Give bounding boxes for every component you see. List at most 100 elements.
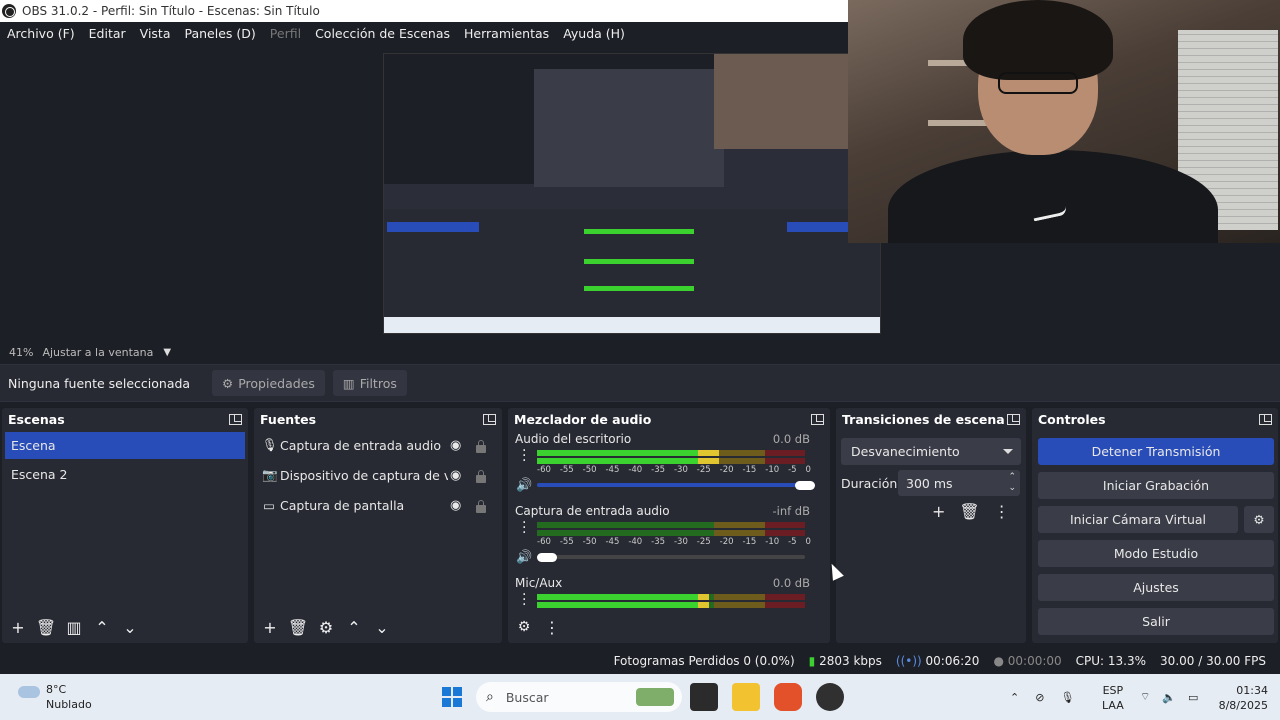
meter-tick-label: -50 bbox=[582, 537, 597, 547]
source-toolbar: Ninguna fuente seleccionada ⚙ Propiedade… bbox=[0, 364, 1280, 402]
advanced-audio-gear-icon[interactable]: ⚙ bbox=[512, 615, 536, 639]
zoom-fit-select[interactable]: Ajustar a la ventana bbox=[42, 346, 153, 359]
studio-mode-button[interactable]: Modo Estudio bbox=[1038, 540, 1274, 567]
preview-zoom-bar: 41% Ajustar a la ventana ▼ bbox=[0, 343, 1280, 361]
filter-icon[interactable]: ▥ bbox=[62, 615, 86, 639]
windows-taskbar: 8°C Nublado ⌕ Buscar ⌃ ⊘ 🎙 ESP LAA ⌔ 🔈 ▭… bbox=[0, 674, 1280, 720]
volume-slider[interactable] bbox=[537, 555, 805, 559]
source-item[interactable]: 📷 Dispositivo de captura de video ◉ bbox=[254, 460, 502, 490]
scene-item[interactable]: Escena bbox=[5, 432, 245, 459]
eye-icon[interactable]: ◉ bbox=[450, 468, 461, 483]
add-icon[interactable]: + bbox=[258, 615, 282, 639]
weather-widget[interactable]: 8°C Nublado bbox=[18, 682, 92, 712]
volume-slider[interactable] bbox=[537, 483, 805, 487]
virtual-cam-settings-icon[interactable]: ⚙ bbox=[1244, 506, 1274, 533]
undock-icon[interactable] bbox=[229, 413, 242, 425]
add-icon[interactable]: + bbox=[932, 502, 945, 521]
arrow-up-icon[interactable]: ⌃ bbox=[90, 615, 114, 639]
start-recording-button[interactable]: Iniciar Grabación bbox=[1038, 472, 1274, 499]
arrow-down-icon[interactable]: ⌄ bbox=[118, 615, 142, 639]
obs-logo-icon bbox=[2, 4, 16, 18]
taskbar-clock[interactable]: 01:34 8/8/2025 bbox=[1219, 683, 1268, 713]
properties-button[interactable]: ⚙ Propiedades bbox=[212, 370, 325, 396]
network-off-icon[interactable]: ⊘ bbox=[1035, 691, 1044, 704]
stream-status: ((•)) 00:06:20 bbox=[896, 654, 980, 668]
menu-paneles[interactable]: Paneles (D) bbox=[178, 26, 263, 41]
chevron-down-icon[interactable]: ▼ bbox=[163, 347, 171, 358]
settings-button[interactable]: Ajustes bbox=[1038, 574, 1274, 601]
trash-icon[interactable]: 🗑 bbox=[34, 615, 58, 639]
trash-icon[interactable]: 🗑 bbox=[286, 615, 310, 639]
scenes-footer: + 🗑 ▥ ⌃ ⌄ bbox=[2, 615, 142, 639]
arrow-up-icon[interactable]: ⌃ bbox=[342, 615, 366, 639]
volume-handle[interactable] bbox=[795, 481, 815, 490]
spinner-icon[interactable]: ⌃ ⌄ bbox=[1008, 472, 1016, 494]
brave-browser-icon[interactable] bbox=[774, 683, 802, 711]
source-item[interactable]: ▭ Captura de pantalla ◉ bbox=[254, 490, 502, 520]
chevron-up-icon[interactable]: ⌃ bbox=[1010, 691, 1019, 704]
scenes-header: Escenas bbox=[2, 408, 248, 430]
controls-dock: Controles Detener Transmisión Iniciar Gr… bbox=[1032, 408, 1278, 643]
file-explorer-icon[interactable] bbox=[732, 683, 760, 711]
undock-icon[interactable] bbox=[811, 413, 824, 425]
duration-input[interactable]: 300 ms ⌃ ⌄ bbox=[898, 470, 1020, 496]
task-view-icon[interactable] bbox=[690, 683, 718, 711]
mixer-footer: ⚙ ⋮ bbox=[508, 615, 564, 639]
speaker-icon[interactable]: 🔊 bbox=[516, 478, 532, 493]
language-indicator[interactable]: ESP LAA bbox=[1102, 683, 1124, 713]
lock-icon[interactable] bbox=[476, 440, 486, 453]
stop-stream-button[interactable]: Detener Transmisión bbox=[1038, 438, 1274, 465]
meter-tick-label: -45 bbox=[605, 537, 620, 547]
menu-editar[interactable]: Editar bbox=[82, 26, 133, 41]
microphone-icon[interactable]: 🎙 bbox=[1060, 691, 1074, 704]
add-icon[interactable]: + bbox=[6, 615, 30, 639]
taskbar-search[interactable]: ⌕ Buscar bbox=[476, 682, 682, 712]
quick-settings[interactable]: ⌔ 🔈 ▭ bbox=[1140, 674, 1198, 720]
window-title: OBS 31.0.2 - Perfil: Sin Título - Escena… bbox=[22, 4, 320, 18]
speaker-icon[interactable]: 🔊 bbox=[516, 550, 532, 565]
virtual-cam-button[interactable]: Iniciar Cámara Virtual bbox=[1038, 506, 1238, 533]
menu-herramientas[interactable]: Herramientas bbox=[457, 26, 556, 41]
source-label: Captura de entrada audio bbox=[280, 437, 442, 453]
controls-header: Controles bbox=[1032, 408, 1278, 430]
menu-vista[interactable]: Vista bbox=[133, 26, 178, 41]
cloud-icon bbox=[18, 686, 40, 698]
exit-button[interactable]: Salir bbox=[1038, 608, 1274, 635]
undock-icon[interactable] bbox=[1007, 413, 1020, 425]
lock-icon[interactable] bbox=[476, 500, 486, 513]
trash-icon[interactable]: 🗑 bbox=[959, 502, 979, 521]
lock-icon[interactable] bbox=[476, 470, 486, 483]
menu-coleccion-escenas[interactable]: Colección de Escenas bbox=[308, 26, 457, 41]
kebab-menu-icon[interactable]: · · · bbox=[522, 516, 526, 540]
kebab-menu-icon[interactable]: ⋮ bbox=[540, 615, 564, 639]
meter-fill bbox=[537, 594, 709, 600]
eye-icon[interactable]: ◉ bbox=[450, 438, 461, 453]
gear-icon[interactable]: ⚙ bbox=[314, 615, 338, 639]
scenes-dock: Escenas Escena Escena 2 + 🗑 ▥ ⌃ ⌄ bbox=[2, 408, 248, 643]
level-meter bbox=[537, 458, 805, 464]
record-icon: ● bbox=[993, 654, 1004, 668]
arrow-down-icon[interactable]: ⌄ bbox=[370, 615, 394, 639]
transition-select[interactable]: Desvanecimiento bbox=[841, 438, 1021, 465]
zoom-level: 41% bbox=[9, 345, 34, 359]
volume-handle[interactable] bbox=[537, 553, 557, 562]
meter-tick-label: -35 bbox=[651, 537, 666, 547]
kebab-menu-icon[interactable]: ⋮ bbox=[994, 502, 1010, 521]
preview-canvas[interactable] bbox=[383, 53, 881, 334]
level-meter bbox=[537, 594, 805, 600]
windows-start-icon[interactable] bbox=[442, 687, 462, 707]
undock-icon[interactable] bbox=[1259, 413, 1272, 425]
scene-item[interactable]: Escena 2 bbox=[5, 461, 245, 488]
bitrate-status: ▮ 2803 kbps bbox=[809, 654, 882, 668]
undock-icon[interactable] bbox=[483, 413, 496, 425]
kebab-menu-icon[interactable]: · · · bbox=[522, 444, 526, 468]
menu-ayuda[interactable]: Ayuda (H) bbox=[556, 26, 632, 41]
menu-archivo[interactable]: Archivo (F) bbox=[0, 26, 82, 41]
filters-button[interactable]: ▥ Filtros bbox=[332, 370, 407, 396]
level-meter bbox=[537, 530, 805, 536]
kebab-menu-icon[interactable]: · · · bbox=[522, 588, 526, 612]
source-item[interactable]: 🎙 Captura de entrada audio ◉ bbox=[254, 430, 502, 460]
obs-taskbar-icon[interactable] bbox=[816, 683, 844, 711]
eye-icon[interactable]: ◉ bbox=[450, 498, 461, 513]
duration-label: Duración bbox=[841, 476, 898, 491]
